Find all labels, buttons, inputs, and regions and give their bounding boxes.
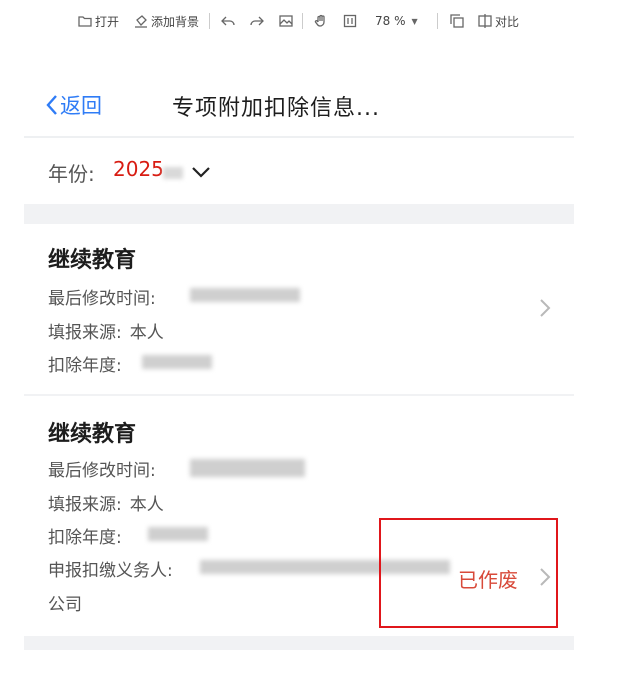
year-value: 2025: [113, 157, 164, 181]
image-button[interactable]: [279, 11, 293, 31]
hand-icon: [314, 14, 325, 27]
compare-button[interactable]: 对比: [478, 11, 519, 31]
chevron-right-icon: [540, 568, 551, 586]
image-icon: [279, 15, 293, 27]
source-row: 填报来源: 本人: [48, 318, 164, 343]
withholding-agent-label: 申报扣缴义务人:: [48, 561, 173, 581]
year-selector[interactable]: 年份: 2025: [24, 138, 574, 204]
chevron-down-icon: [192, 167, 210, 178]
redacted-text: [163, 167, 183, 179]
toolbar-divider: [437, 13, 438, 29]
nav-bar: 返回 专项附加扣除信息...: [24, 60, 574, 138]
undo-icon: [221, 16, 235, 26]
viewer-toolbar: 打开 添加背景 78 % ▼ 对比: [0, 0, 631, 42]
back-button[interactable]: 返回: [44, 90, 102, 120]
redo-icon: [250, 16, 264, 26]
back-label: 返回: [60, 94, 102, 118]
redacted-text: [190, 288, 300, 302]
status-voided: 已作废: [458, 568, 518, 592]
compare-label: 对比: [495, 14, 520, 29]
zoom-select[interactable]: 78 % ▼: [375, 11, 418, 31]
source-value: 本人: [129, 495, 164, 515]
open-label: 打开: [95, 14, 120, 29]
copy-button[interactable]: [450, 11, 464, 31]
fit-page-button[interactable]: [343, 11, 357, 31]
redacted-text: [142, 355, 212, 369]
toolbar-divider: [302, 13, 303, 29]
page-title: 专项附加扣除信息...: [172, 96, 380, 121]
zoom-value: 78 %: [375, 14, 406, 28]
paint-bucket-icon: [135, 15, 147, 28]
modified-label: 最后修改时间:: [48, 289, 156, 309]
add-background-label: 添加背景: [151, 14, 200, 29]
source-label: 填报来源:: [48, 495, 122, 515]
chevron-right-icon: [540, 299, 551, 317]
section-divider: [24, 636, 574, 650]
record-card[interactable]: 继续教育 最后修改时间: 填报来源: 本人 扣除年度: 申报扣缴义务人: 公司 已…: [24, 396, 574, 636]
source-value: 本人: [129, 323, 164, 343]
source-label: 填报来源:: [48, 323, 122, 343]
folder-icon: [78, 16, 92, 27]
toolbar-divider: [209, 13, 210, 29]
fit-page-icon: [343, 14, 357, 28]
copy-icon: [450, 14, 464, 28]
add-background-button[interactable]: 添加背景: [134, 11, 199, 31]
withholding-agent-suffix: 公司: [48, 595, 82, 615]
app-screen: 返回 专项附加扣除信息... 年份: 2025 继续教育 最后修改时间: 填报来…: [24, 60, 574, 650]
caret-down-icon: ▼: [411, 16, 418, 26]
compare-icon: [478, 14, 492, 28]
deduction-year-label: 扣除年度:: [48, 528, 122, 548]
chevron-left-icon: [46, 95, 57, 115]
record-title: 继续教育: [48, 422, 137, 447]
year-label: 年份:: [48, 162, 95, 186]
record-card[interactable]: 继续教育 最后修改时间: 填报来源: 本人 扣除年度:: [24, 224, 574, 394]
source-row: 填报来源: 本人: [48, 490, 164, 515]
modified-label: 最后修改时间:: [48, 461, 156, 481]
undo-button[interactable]: [221, 11, 235, 31]
deduction-year-label: 扣除年度:: [48, 356, 122, 376]
section-divider: [24, 204, 574, 224]
open-button[interactable]: 打开: [78, 11, 119, 31]
redo-button[interactable]: [250, 11, 264, 31]
redacted-text: [148, 527, 208, 541]
record-title: 继续教育: [48, 248, 137, 273]
hand-tool-button[interactable]: [314, 11, 328, 31]
redacted-text: [190, 459, 305, 477]
